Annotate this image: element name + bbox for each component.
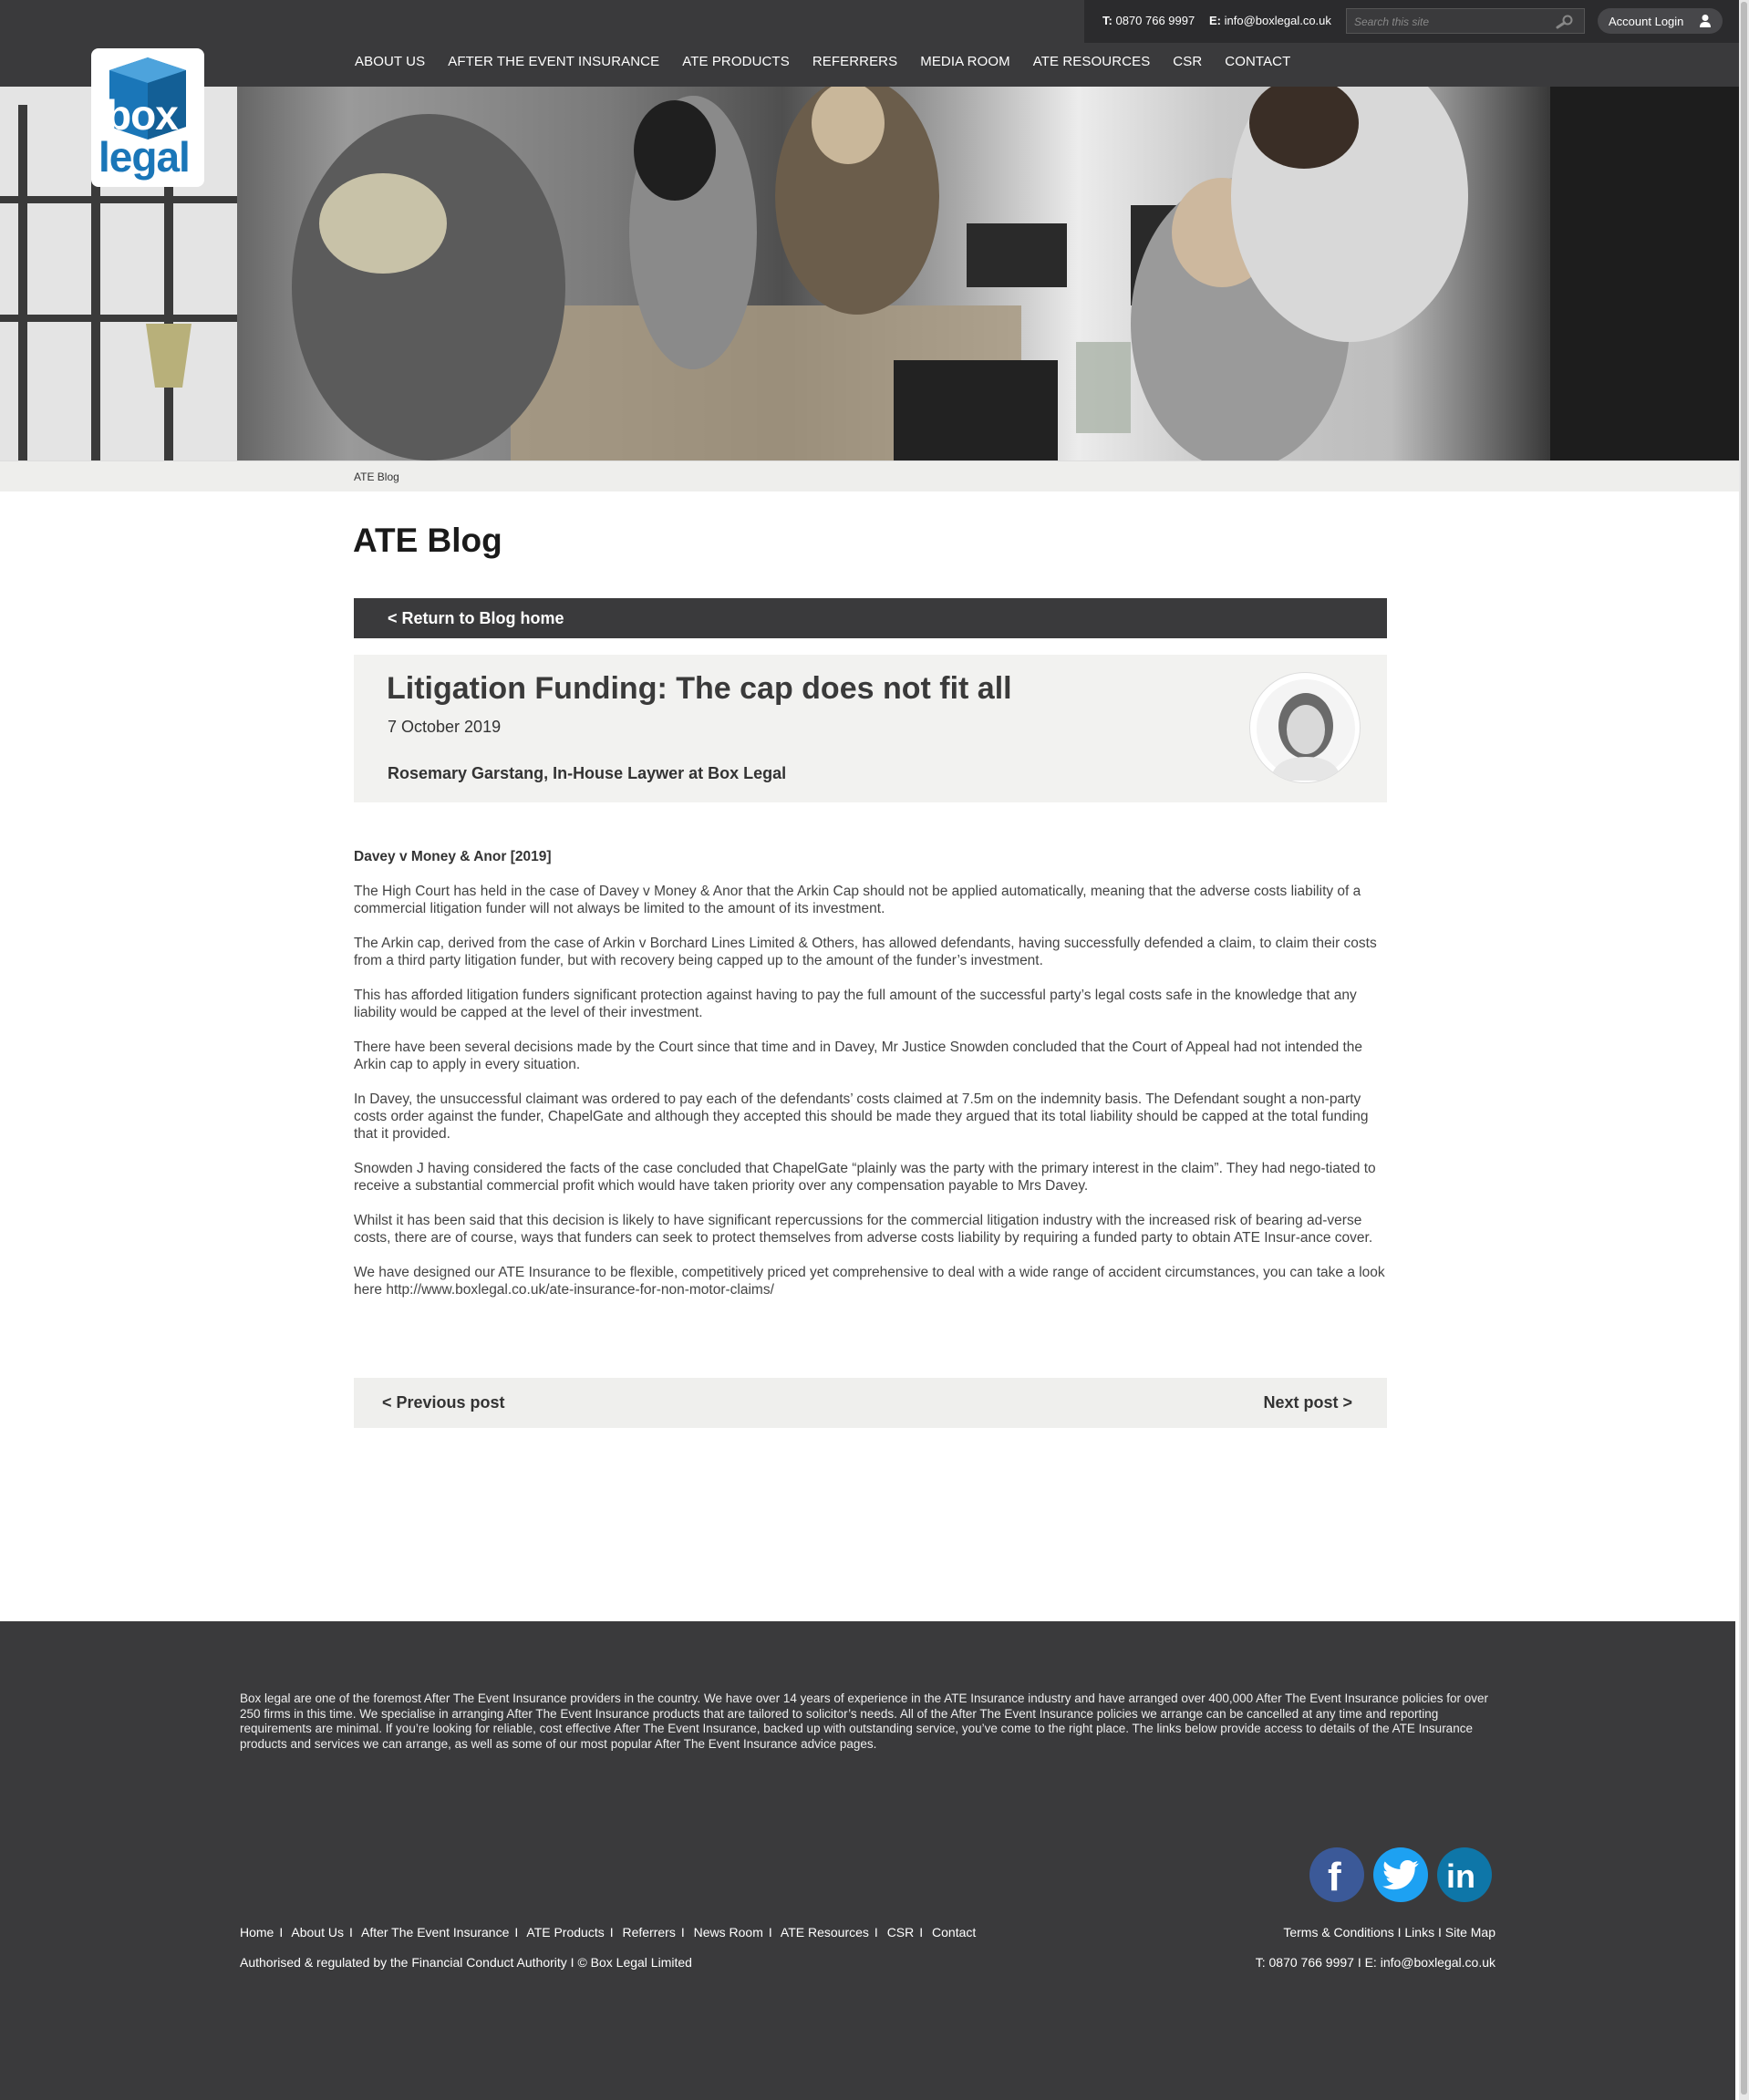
author-portrait-icon xyxy=(1257,679,1355,781)
nav-about-us[interactable]: ABOUT US xyxy=(355,54,425,72)
account-login-label: Account Login xyxy=(1609,15,1684,28)
post-title: Litigation Funding: The cap does not fit… xyxy=(387,671,1012,706)
account-login-button[interactable]: Account Login xyxy=(1598,8,1723,34)
phone-number[interactable]: T: 0870 766 9997 xyxy=(1102,14,1195,27)
nav-after-the-event-insurance[interactable]: AFTER THE EVENT INSURANCE xyxy=(448,54,659,72)
footer-link-ate-resources[interactable]: ATE Resources xyxy=(781,1925,869,1940)
article-paragraph: Snowden J having considered the facts of… xyxy=(354,1161,1376,1194)
utility-bar: T: 0870 766 9997 E: info@boxlegal.co.uk … xyxy=(1084,0,1739,43)
return-to-blog-bar: < Return to Blog home xyxy=(354,598,1387,638)
post-header: Litigation Funding: The cap does not fit… xyxy=(354,655,1387,802)
main-navigation: ABOUT US AFTER THE EVENT INSURANCE ATE P… xyxy=(355,54,1313,72)
regulation-notice: Authorised & regulated by the Financial … xyxy=(240,1955,692,1970)
return-to-blog-link[interactable]: < Return to Blog home xyxy=(388,609,564,628)
breadcrumb: ATE Blog xyxy=(0,460,1739,491)
footer-link-ate-insurance[interactable]: After The Event Insurance xyxy=(361,1925,509,1940)
footer-link-home[interactable]: Home xyxy=(240,1925,274,1940)
post-navigation: < Previous post Next post > xyxy=(354,1378,1387,1428)
article-paragraph: Whilst it has been said that this decisi… xyxy=(354,1213,1373,1246)
scrollbar-thumb[interactable] xyxy=(1741,2,1747,2095)
article-paragraph: We have designed our ATE Insurance to be… xyxy=(354,1265,1385,1298)
page-title: ATE Blog xyxy=(353,522,502,559)
footer-link-about-us[interactable]: About Us xyxy=(291,1925,344,1940)
footer: Box legal are one of the foremost After … xyxy=(0,1621,1735,2100)
next-post-link[interactable]: Next post > xyxy=(1263,1393,1352,1412)
footer-link-csr[interactable]: CSR xyxy=(887,1925,915,1940)
footer-link-news-room[interactable]: News Room xyxy=(694,1925,763,1940)
article-paragraph: In Davey, the unsuccessful claimant was … xyxy=(354,1091,1369,1142)
nav-ate-resources[interactable]: ATE RESOURCES xyxy=(1033,54,1151,72)
nav-ate-products[interactable]: ATE PRODUCTS xyxy=(682,54,790,72)
links-link[interactable]: Links xyxy=(1404,1925,1434,1940)
nav-referrers[interactable]: REFERRERS xyxy=(812,54,897,72)
footer-contact: T: 0870 766 9997 I E: info@boxlegal.co.u… xyxy=(1255,1955,1495,1970)
author-avatar xyxy=(1249,672,1361,783)
nav-media-room[interactable]: MEDIA ROOM xyxy=(920,54,1010,72)
linkedin-icon[interactable]: in xyxy=(1437,1847,1492,1902)
hero-office-illustration xyxy=(0,87,1739,460)
footer-link-referrers[interactable]: Referrers xyxy=(623,1925,676,1940)
site-map-link[interactable]: Site Map xyxy=(1445,1925,1495,1940)
footer-link-contact[interactable]: Contact xyxy=(932,1925,976,1940)
search-icon[interactable] xyxy=(1555,15,1575,29)
article-paragraph: The High Court has held in the case of D… xyxy=(354,884,1361,916)
breadcrumb-current: ATE Blog xyxy=(354,471,399,483)
article-paragraph: The Arkin cap, derived from the case of … xyxy=(354,936,1377,968)
user-icon xyxy=(1700,15,1711,27)
footer-legal-links: Terms & Conditions I Links I Site Map xyxy=(1283,1925,1495,1940)
article-paragraph: This has afforded litigation funders sig… xyxy=(354,988,1357,1020)
footer-links: Home I About Us I After The Event Insuranc… xyxy=(240,1925,977,1940)
article-heading: Davey v Money & Anor [2019] xyxy=(354,849,552,864)
terms-link[interactable]: Terms & Conditions xyxy=(1283,1925,1393,1940)
hero-image xyxy=(0,87,1739,460)
box-legal-logo[interactable]: box legal xyxy=(91,48,204,187)
email-address[interactable]: E: info@boxlegal.co.uk xyxy=(1209,14,1331,27)
twitter-bird-icon xyxy=(1382,1860,1420,1890)
twitter-icon[interactable] xyxy=(1373,1847,1428,1902)
nav-csr[interactable]: CSR xyxy=(1173,54,1202,72)
previous-post-link[interactable]: < Previous post xyxy=(382,1393,505,1412)
post-author: Rosemary Garstang, In-House Laywer at Bo… xyxy=(388,764,787,782)
footer-about-text: Box legal are one of the foremost After … xyxy=(240,1691,1489,1751)
facebook-icon[interactable]: f xyxy=(1309,1847,1364,1902)
social-links: f in xyxy=(1309,1847,1492,1902)
search-input[interactable] xyxy=(1354,14,1546,30)
logo-word-legal: legal xyxy=(98,133,191,181)
top-header: T: 0870 766 9997 E: info@boxlegal.co.uk … xyxy=(0,0,1739,87)
nav-contact[interactable]: CONTACT xyxy=(1225,54,1290,72)
post-date: 7 October 2019 xyxy=(388,718,502,736)
article-paragraph: There have been several decisions made b… xyxy=(354,1040,1363,1072)
article-body: Davey v Money & Anor [2019] The High Cou… xyxy=(354,848,1387,1316)
footer-link-ate-products[interactable]: ATE Products xyxy=(526,1925,604,1940)
search-box xyxy=(1346,8,1585,34)
